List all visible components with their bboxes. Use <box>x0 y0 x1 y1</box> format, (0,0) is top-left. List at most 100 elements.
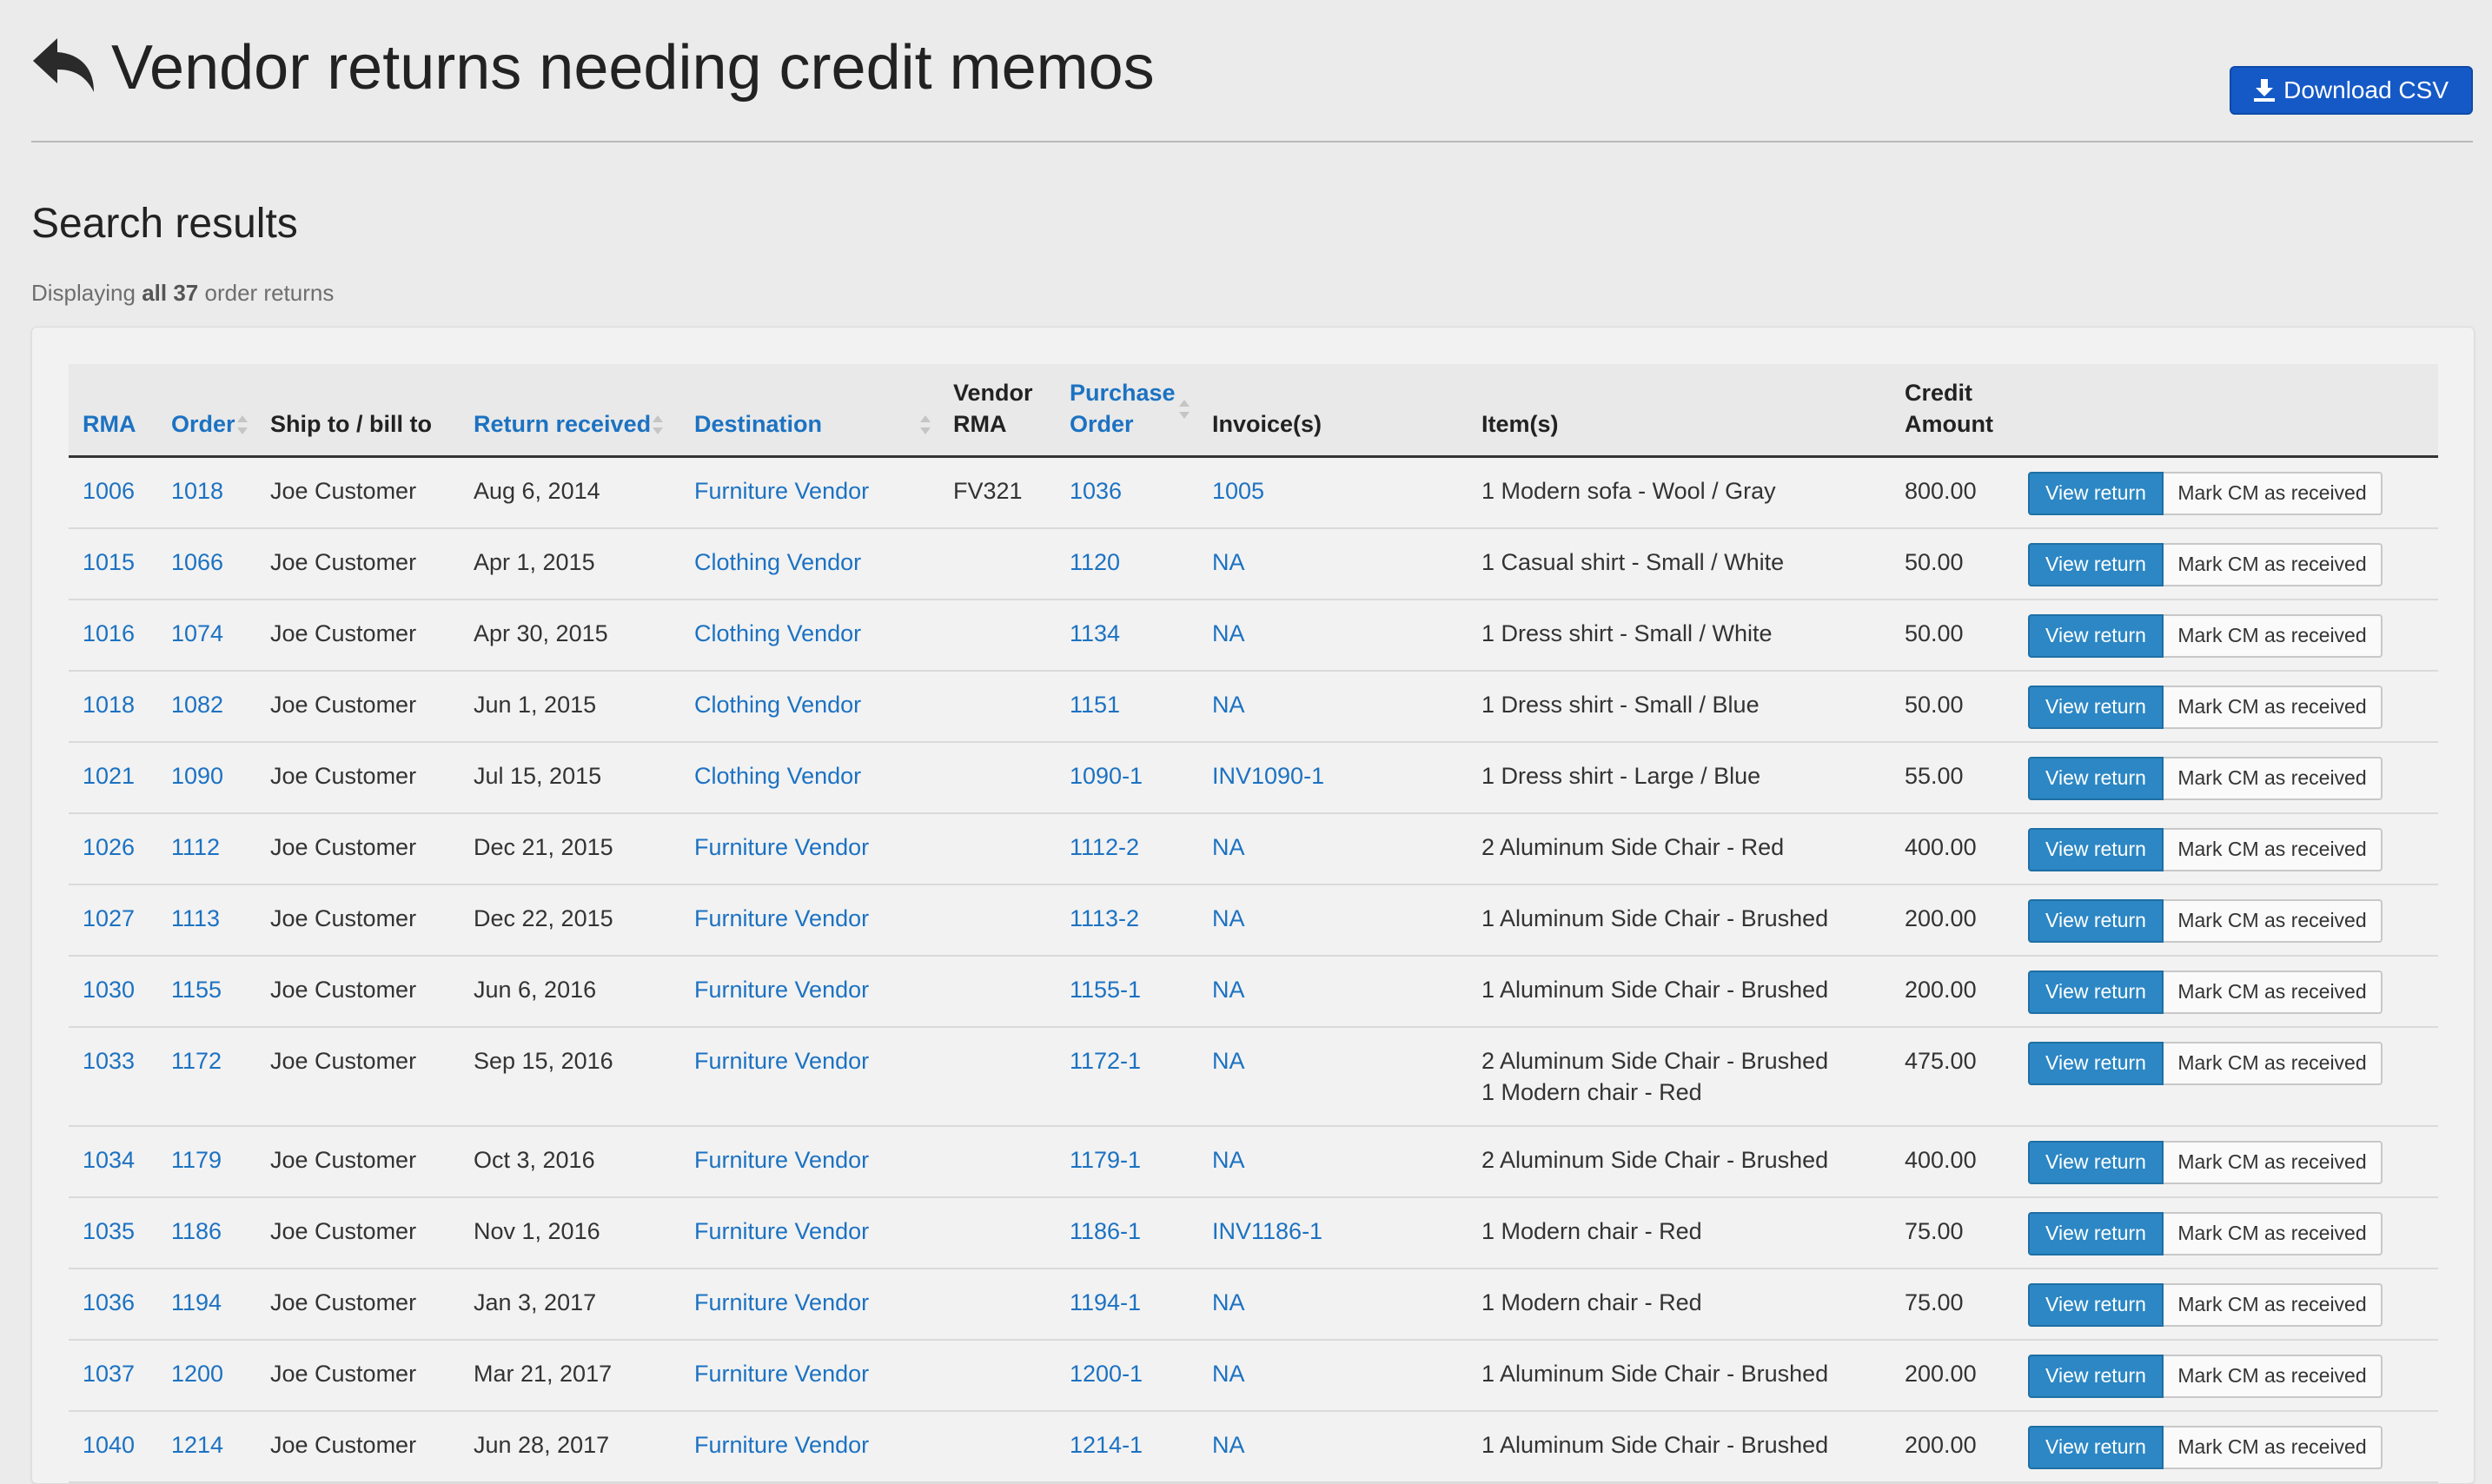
rma-link[interactable]: 1034 <box>69 1126 157 1197</box>
destination-link[interactable]: Furniture Vendor <box>680 456 939 528</box>
view-return-button[interactable]: View return <box>2028 970 2164 1014</box>
invoice-link[interactable]: NA <box>1198 1269 1468 1340</box>
invoice-link[interactable]: NA <box>1198 956 1468 1027</box>
rma-link[interactable]: 1036 <box>69 1269 157 1340</box>
header-order[interactable]: Order <box>157 364 256 458</box>
invoice-link[interactable]: NA <box>1198 1411 1468 1482</box>
invoice-link[interactable]: NA <box>1198 884 1468 956</box>
purchase-order-link[interactable]: 1186-1 <box>1056 1197 1198 1269</box>
mark-cm-received-button[interactable]: Mark CM as received <box>2164 1211 2383 1255</box>
invoice-link[interactable]: INV1186-1 <box>1198 1197 1468 1269</box>
destination-link[interactable]: Clothing Vendor <box>680 671 939 742</box>
invoice-link[interactable]: NA <box>1198 528 1468 600</box>
purchase-order-link[interactable]: 1112-2 <box>1056 813 1198 884</box>
mark-cm-received-button[interactable]: Mark CM as received <box>2164 970 2383 1014</box>
purchase-order-link[interactable]: 1194-1 <box>1056 1269 1198 1340</box>
rma-link[interactable]: 1037 <box>69 1340 157 1411</box>
purchase-order-link[interactable]: 1134 <box>1056 600 1198 671</box>
header-destination[interactable]: Destination <box>680 364 939 458</box>
view-return-button[interactable]: View return <box>2028 1140 2164 1184</box>
mark-cm-received-button[interactable]: Mark CM as received <box>2164 1041 2383 1085</box>
purchase-order-link[interactable]: 1214-1 <box>1056 1411 1198 1482</box>
order-link[interactable]: 1179 <box>157 1126 256 1197</box>
header-purchase-order[interactable]: Purchase Order <box>1056 364 1198 458</box>
purchase-order-link[interactable]: 1200-1 <box>1056 1340 1198 1411</box>
destination-link[interactable]: Furniture Vendor <box>680 813 939 884</box>
purchase-order-link[interactable]: 1113-2 <box>1056 884 1198 956</box>
order-link[interactable]: 1112 <box>157 813 256 884</box>
destination-link[interactable]: Clothing Vendor <box>680 742 939 813</box>
rma-link[interactable]: 1016 <box>69 600 157 671</box>
purchase-order-link[interactable]: 1120 <box>1056 528 1198 600</box>
mark-cm-received-button[interactable]: Mark CM as received <box>2164 542 2383 586</box>
header-return-received[interactable]: Return received <box>460 364 680 458</box>
destination-link[interactable]: Furniture Vendor <box>680 1269 939 1340</box>
view-return-button[interactable]: View return <box>2028 613 2164 658</box>
destination-link[interactable]: Furniture Vendor <box>680 1411 939 1482</box>
destination-link[interactable]: Furniture Vendor <box>680 1197 939 1269</box>
rma-link[interactable]: 1015 <box>69 528 157 600</box>
order-link[interactable]: 1074 <box>157 600 256 671</box>
view-return-button[interactable]: View return <box>2028 1425 2164 1469</box>
rma-link[interactable]: 1021 <box>69 742 157 813</box>
mark-cm-received-button[interactable]: Mark CM as received <box>2164 827 2383 871</box>
order-link[interactable]: 1066 <box>157 528 256 600</box>
invoice-link[interactable]: 1005 <box>1198 456 1468 528</box>
invoice-link[interactable]: NA <box>1198 671 1468 742</box>
destination-link[interactable]: Clothing Vendor <box>680 600 939 671</box>
purchase-order-link[interactable]: 1151 <box>1056 671 1198 742</box>
order-link[interactable]: 1113 <box>157 884 256 956</box>
invoice-link[interactable]: NA <box>1198 1126 1468 1197</box>
destination-link[interactable]: Furniture Vendor <box>680 956 939 1027</box>
destination-link[interactable]: Furniture Vendor <box>680 1126 939 1197</box>
destination-link[interactable]: Furniture Vendor <box>680 1027 939 1126</box>
invoice-link[interactable]: NA <box>1198 600 1468 671</box>
view-return-button[interactable]: View return <box>2028 685 2164 729</box>
view-return-button[interactable]: View return <box>2028 1211 2164 1255</box>
view-return-button[interactable]: View return <box>2028 827 2164 871</box>
download-csv-button[interactable]: Download CSV <box>2230 66 2473 115</box>
invoice-link[interactable]: NA <box>1198 1027 1468 1126</box>
mark-cm-received-button[interactable]: Mark CM as received <box>2164 1140 2383 1184</box>
order-link[interactable]: 1200 <box>157 1340 256 1411</box>
purchase-order-link[interactable]: 1090-1 <box>1056 742 1198 813</box>
view-return-button[interactable]: View return <box>2028 542 2164 586</box>
view-return-button[interactable]: View return <box>2028 1282 2164 1327</box>
rma-link[interactable]: 1006 <box>69 456 157 528</box>
mark-cm-received-button[interactable]: Mark CM as received <box>2164 471 2383 515</box>
order-link[interactable]: 1186 <box>157 1197 256 1269</box>
rma-link[interactable]: 1033 <box>69 1027 157 1126</box>
view-return-button[interactable]: View return <box>2028 1041 2164 1085</box>
rma-link[interactable]: 1040 <box>69 1411 157 1482</box>
view-return-button[interactable]: View return <box>2028 1354 2164 1398</box>
rma-link[interactable]: 1027 <box>69 884 157 956</box>
invoice-link[interactable]: NA <box>1198 1340 1468 1411</box>
order-link[interactable]: 1155 <box>157 956 256 1027</box>
invoice-link[interactable]: NA <box>1198 813 1468 884</box>
destination-link[interactable]: Clothing Vendor <box>680 528 939 600</box>
purchase-order-link[interactable]: 1179-1 <box>1056 1126 1198 1197</box>
purchase-order-link[interactable]: 1036 <box>1056 456 1198 528</box>
mark-cm-received-button[interactable]: Mark CM as received <box>2164 1354 2383 1398</box>
mark-cm-received-button[interactable]: Mark CM as received <box>2164 613 2383 658</box>
view-return-button[interactable]: View return <box>2028 756 2164 800</box>
invoice-link[interactable]: INV1090-1 <box>1198 742 1468 813</box>
order-link[interactable]: 1090 <box>157 742 256 813</box>
purchase-order-link[interactable]: 1155-1 <box>1056 956 1198 1027</box>
mark-cm-received-button[interactable]: Mark CM as received <box>2164 1425 2383 1469</box>
destination-link[interactable]: Furniture Vendor <box>680 1340 939 1411</box>
view-return-button[interactable]: View return <box>2028 898 2164 943</box>
mark-cm-received-button[interactable]: Mark CM as received <box>2164 898 2383 943</box>
destination-link[interactable]: Furniture Vendor <box>680 884 939 956</box>
purchase-order-link[interactable]: 1172-1 <box>1056 1027 1198 1126</box>
order-link[interactable]: 1214 <box>157 1411 256 1482</box>
view-return-button[interactable]: View return <box>2028 471 2164 515</box>
mark-cm-received-button[interactable]: Mark CM as received <box>2164 756 2383 800</box>
order-link[interactable]: 1082 <box>157 671 256 742</box>
header-rma[interactable]: RMA <box>69 364 157 458</box>
rma-link[interactable]: 1035 <box>69 1197 157 1269</box>
rma-link[interactable]: 1030 <box>69 956 157 1027</box>
mark-cm-received-button[interactable]: Mark CM as received <box>2164 685 2383 729</box>
rma-link[interactable]: 1018 <box>69 671 157 742</box>
order-link[interactable]: 1172 <box>157 1027 256 1126</box>
